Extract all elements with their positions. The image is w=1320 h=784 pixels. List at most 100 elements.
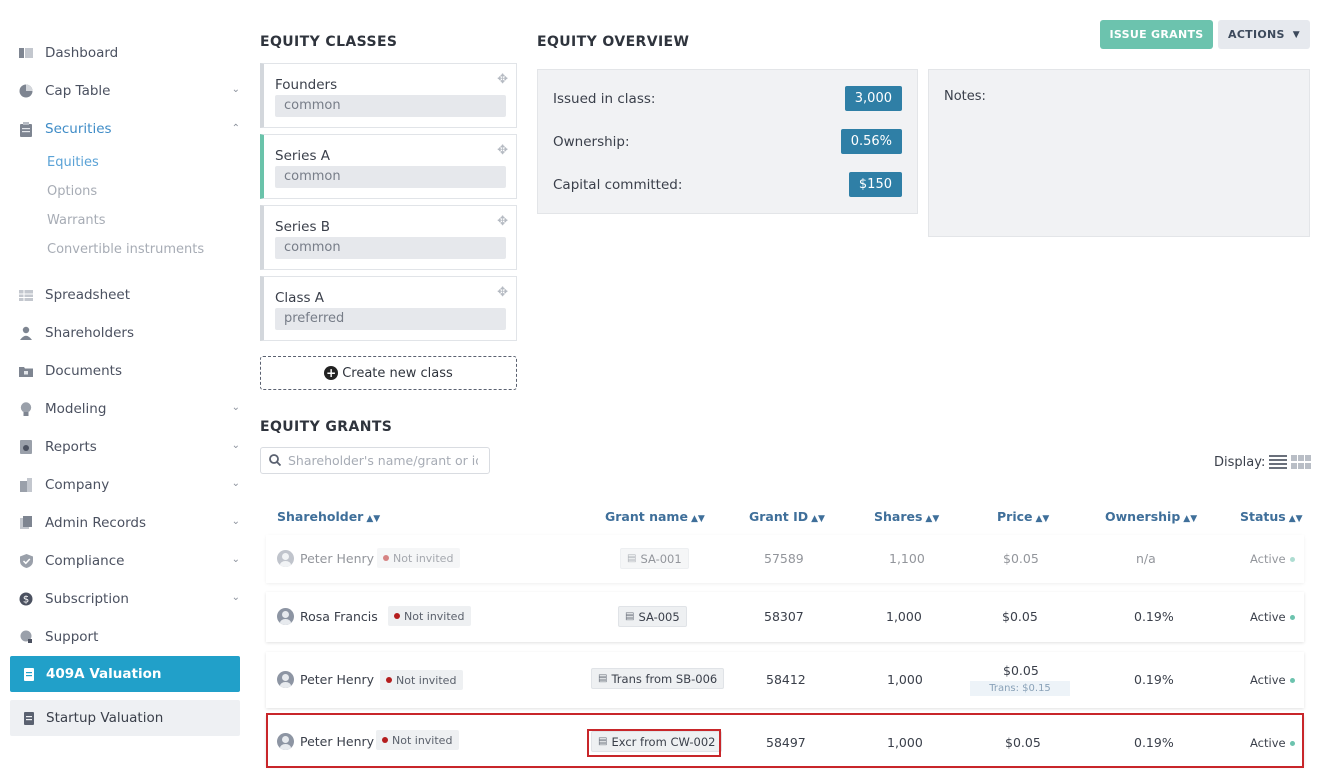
sidebar-subitem-options[interactable]: Options [10,177,242,206]
status-dot-icon [1289,556,1295,562]
grid-view-icon[interactable] [1291,454,1312,470]
chevron-down-icon[interactable]: ⌄ [232,440,240,451]
table-row[interactable]: Peter Henry Not invited ▤ Trans from SB-0… [266,652,1304,708]
sort-icon: ▲▼ [1035,514,1050,524]
status: Active [1250,610,1295,624]
sort-icon: ▲▼ [1183,514,1198,524]
search-input[interactable] [288,453,478,468]
grant-name-chip[interactable]: ▤ Trans from SB-006 [591,668,725,689]
lightbulb-icon [18,401,34,417]
grant-name: SA-005 [638,609,680,624]
sidebar-subitem-equities[interactable]: Equities [10,148,242,177]
sidebar-item-label: Shareholders [45,325,134,341]
sidebar: Dashboard Cap Table ⌄ Securities ⌃ Equit… [10,34,242,656]
sidebar-item-documents[interactable]: Documents [10,352,242,390]
not-invited-badge: Not invited [380,670,464,690]
chevron-up-icon[interactable]: ⌃ [232,123,240,134]
pie-chart-icon [18,83,34,99]
sidebar-subitem-convertible-instruments[interactable]: Convertible instruments [10,235,242,264]
move-icon[interactable]: ✥ [497,143,508,158]
column-header-shareholder[interactable]: Shareholder ▲▼ [277,509,380,524]
notes-panel[interactable]: Notes: [928,69,1310,237]
status-label: Active [1250,610,1286,624]
sidebar-item-support[interactable]: Support [10,618,242,656]
startup-valuation-button[interactable]: Startup Valuation [10,700,240,736]
chevron-down-icon[interactable]: ⌄ [232,402,240,413]
grant-name-chip[interactable]: ▤ SA-005 [618,606,687,627]
dollar-circle-icon: $ [18,591,34,607]
sidebar-item-label: Cap Table [45,83,111,99]
column-header-label: Ownership [1105,509,1181,524]
sidebar-item-dashboard[interactable]: Dashboard [10,34,242,72]
sidebar-item-subscription[interactable]: $ Subscription ⌄ [10,580,242,618]
sidebar-item-compliance[interactable]: Compliance ⌄ [10,542,242,580]
class-type: common [275,237,506,259]
shareholder-name[interactable]: Peter Henry [300,672,374,687]
svg-text:$: $ [23,595,29,606]
equity-class-card[interactable]: Series B common ✥ [260,205,517,270]
sidebar-subitem-warrants[interactable]: Warrants [10,206,242,235]
column-header-status[interactable]: Status ▲▼ [1240,509,1303,524]
column-header-label: Price [997,509,1033,524]
avatar [277,671,294,688]
column-header-grant-name[interactable]: Grant name ▲▼ [605,509,705,524]
ownership: 0.19% [1134,609,1174,624]
sidebar-item-securities[interactable]: Securities ⌃ [10,110,242,148]
table-row[interactable]: Peter Henry Not invited ▤ SA-001 57589 1,… [266,535,1304,583]
grant-name: Trans from SB-006 [611,671,718,686]
issued-value-badge: 3,000 [844,86,902,111]
display-label: Display: [1214,454,1266,470]
list-view-icon[interactable] [1269,454,1288,470]
grant-id: 57589 [764,551,804,566]
caret-down-icon: ▼ [1292,29,1300,40]
sidebar-item-admin-records[interactable]: Admin Records ⌄ [10,504,242,542]
issue-grants-button[interactable]: ISSUE GRANTS [1100,20,1213,49]
move-icon[interactable]: ✥ [497,214,508,229]
invite-label: Not invited [393,551,454,565]
create-new-class-button[interactable]: + Create new class [260,356,517,390]
sidebar-item-shareholders[interactable]: Shareholders [10,314,242,352]
move-icon[interactable]: ✥ [497,285,508,300]
sidebar-item-spreadsheet[interactable]: Spreadsheet [10,276,242,314]
plus-circle-icon: + [324,366,339,380]
chevron-down-icon[interactable]: ⌄ [232,478,240,489]
capital-value-badge: $150 [848,172,902,197]
column-header-ownership[interactable]: Ownership ▲▼ [1105,509,1197,524]
grant-name: SA-001 [640,551,682,566]
sidebar-item-label: Dashboard [45,45,119,61]
sort-icon: ▲▼ [925,514,940,524]
shareholder-name[interactable]: Peter Henry [300,551,374,566]
column-header-shares[interactable]: Shares ▲▼ [874,509,939,524]
report-icon [18,439,34,455]
chevron-down-icon[interactable]: ⌄ [232,592,240,603]
shareholder-name[interactable]: Rosa Francis [300,609,378,624]
409a-valuation-button[interactable]: 409A Valuation [10,656,240,692]
equity-class-card[interactable]: Class A preferred ✥ [260,276,517,341]
shares: 1,000 [887,672,923,687]
capital-label: Capital committed: [553,176,683,193]
chevron-down-icon[interactable]: ⌄ [232,516,240,527]
actions-label: ACTIONS [1228,28,1285,41]
price: $0.05 [1002,609,1038,624]
document-icon [24,711,34,725]
table-row[interactable]: Rosa Francis Not invited ▤ SA-005 58307 1… [266,592,1304,642]
equity-class-card[interactable]: Series A common ✥ [260,134,517,199]
sidebar-item-reports[interactable]: Reports ⌄ [10,428,242,466]
class-name: Class A [275,290,325,306]
chevron-down-icon[interactable]: ⌄ [232,554,240,565]
sidebar-item-company[interactable]: Company ⌄ [10,466,242,504]
equity-class-card[interactable]: Founders common ✥ [260,63,517,128]
grant-name-chip[interactable]: ▤ SA-001 [620,548,689,569]
sidebar-item-cap-table[interactable]: Cap Table ⌄ [10,72,242,110]
move-icon[interactable]: ✥ [497,72,508,87]
sidebar-item-label: Spreadsheet [45,287,131,303]
ownership-label: Ownership: [553,133,630,150]
price: $0.05 [1003,663,1039,678]
column-header-price[interactable]: Price ▲▼ [997,509,1049,524]
grant-search[interactable] [260,447,490,474]
class-name: Series A [275,148,331,164]
column-header-grant-id[interactable]: Grant ID ▲▼ [749,509,825,524]
actions-dropdown-button[interactable]: ACTIONS ▼ [1218,20,1310,49]
sidebar-item-modeling[interactable]: Modeling ⌄ [10,390,242,428]
chevron-down-icon[interactable]: ⌄ [232,84,240,95]
